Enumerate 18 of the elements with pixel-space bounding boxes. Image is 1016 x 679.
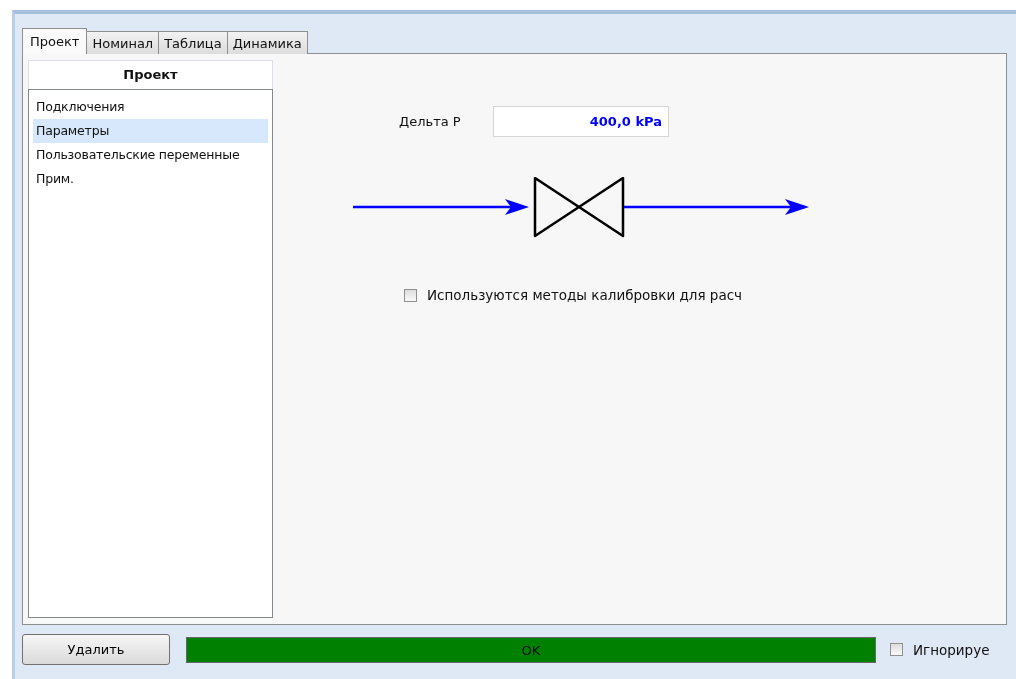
tab[interactable]: Динамика: [226, 31, 308, 54]
field-label: Дельта P: [399, 114, 462, 129]
checkbox[interactable]: [890, 643, 903, 656]
tab[interactable]: Номинал: [86, 31, 160, 54]
sidebar-item[interactable]: Параметры: [33, 119, 268, 143]
checkbox[interactable]: [404, 288, 417, 302]
delta-p-field[interactable]: 400,0 kPa: [493, 106, 669, 137]
sidebar-item[interactable]: Пользовательские переменные: [33, 143, 268, 167]
status-bar: OK: [186, 636, 876, 663]
sidebar-title: Проект: [28, 60, 273, 89]
checkbox-label: Игнорируе: [913, 641, 990, 658]
sidebar-item[interactable]: Подключения: [33, 95, 268, 119]
checkbox-label: Используются методы калибровки для расч: [427, 287, 743, 303]
delete-button[interactable]: Удалить: [22, 634, 170, 665]
tab[interactable]: Таблица: [158, 31, 228, 54]
sidebar-item[interactable]: Прим.: [33, 167, 268, 191]
valve-icon: [533, 177, 625, 238]
tab[interactable]: Проект: [22, 28, 88, 54]
